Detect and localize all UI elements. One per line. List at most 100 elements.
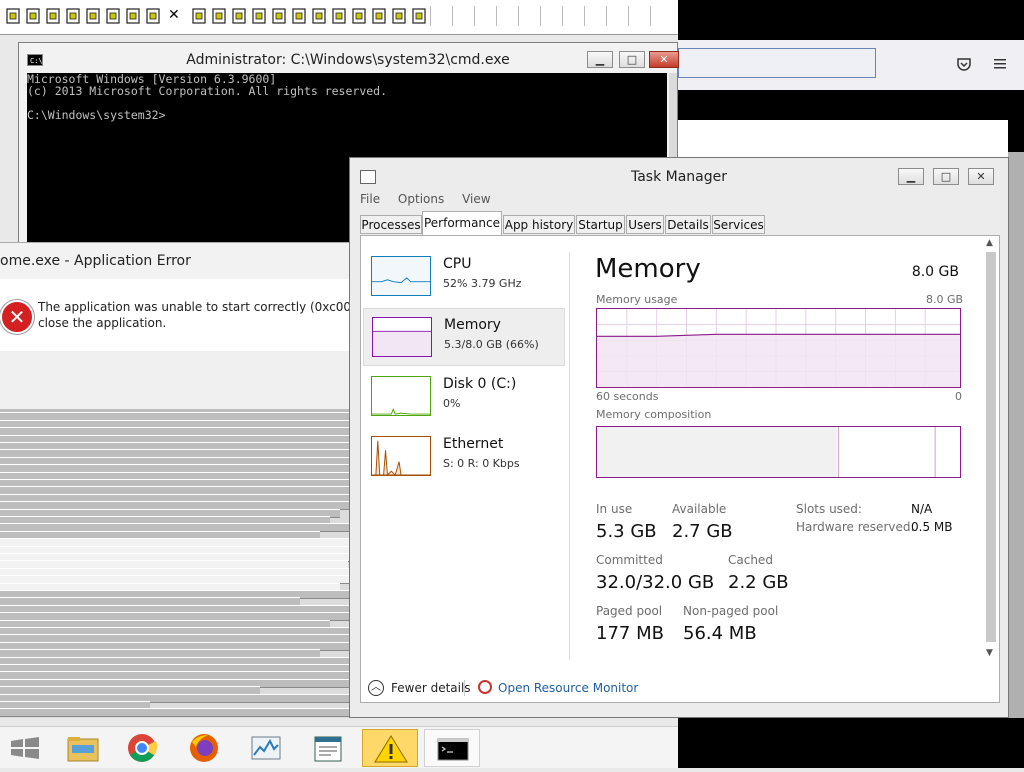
tab-separator: [452, 6, 453, 26]
start-icon: [11, 737, 39, 759]
scroll-up-icon[interactable]: ▲: [986, 238, 993, 248]
tab-performance[interactable]: Performance: [422, 211, 502, 235]
task-manager-window[interactable]: Task Manager ▁ □ ✕ File Options View Pro…: [349, 157, 1009, 718]
tab-favicon-icon[interactable]: [212, 8, 226, 24]
stat-slots-value: N/A: [911, 502, 933, 516]
stat-nonpaged-pool-value: 56.4 MB: [683, 623, 757, 644]
tab-users[interactable]: Users: [626, 215, 664, 234]
tab-favicon-icon[interactable]: [332, 8, 346, 24]
resource-memory[interactable]: Memory 5.3/8.0 GB (66%): [363, 308, 565, 366]
notepad-icon: [314, 736, 342, 762]
memory-usage-label: Memory usage: [596, 293, 678, 306]
error-dialog-titlebar[interactable]: ome.exe - Application Error: [0, 243, 352, 279]
memory-heading: Memory: [595, 254, 701, 284]
taskbar-task-manager[interactable]: [238, 729, 294, 767]
pocket-icon[interactable]: [956, 56, 972, 72]
tab-favicon-icon[interactable]: [412, 8, 426, 24]
tab-separator: [496, 6, 497, 26]
ethernet-mini-graph: [371, 436, 431, 476]
hamburger-menu-icon[interactable]: [992, 56, 1008, 72]
resource-memory-name: Memory: [444, 317, 501, 333]
footer-separator: [464, 680, 465, 696]
browser-address-bar[interactable]: [678, 48, 876, 78]
memory-usage-max: 8.0 GB: [926, 293, 964, 306]
performance-scrollbar[interactable]: ▲ ▼: [984, 238, 998, 700]
cmd-close-button[interactable]: ✕: [649, 51, 679, 68]
warning-icon: [374, 735, 408, 763]
stat-in-use-value: 5.3 GB: [596, 521, 657, 542]
tab-details[interactable]: Details: [665, 215, 711, 234]
cmd-maximize-button[interactable]: □: [619, 51, 645, 68]
tab-favicon-icon[interactable]: [232, 8, 246, 24]
taskbar-warning-app[interactable]: [362, 729, 418, 767]
start-button[interactable]: [0, 729, 56, 767]
chrome-icon: [128, 734, 158, 762]
memory-composition-bar: [596, 426, 961, 478]
resource-ethernet-value: S: 0 R: 0 Kbps: [443, 457, 520, 470]
tab-favicon-icon[interactable]: [6, 8, 20, 24]
cmd-icon: [437, 738, 469, 761]
menu-file[interactable]: File: [360, 192, 380, 206]
taskbar-notepad[interactable]: [300, 729, 356, 767]
error-dialog-title: ome.exe - Application Error: [0, 253, 191, 269]
tab-favicon-icon[interactable]: [86, 8, 100, 24]
browser-tab-strip[interactable]: ✕: [0, 0, 678, 35]
tab-processes[interactable]: Processes: [360, 215, 422, 234]
tab-favicon-icon[interactable]: [292, 8, 306, 24]
taskbar: [0, 726, 678, 768]
tab-services[interactable]: Services: [712, 215, 765, 234]
cmd-minimize-button[interactable]: ▁: [587, 51, 613, 68]
resource-ethernet-name: Ethernet: [443, 436, 504, 452]
resource-cpu-value: 52% 3.79 GHz: [443, 277, 522, 290]
stat-nonpaged-pool-label: Non-paged pool: [683, 604, 779, 618]
tm-minimize-button[interactable]: ▁: [898, 168, 924, 185]
open-resource-monitor-link[interactable]: Open Resource Monitor: [498, 681, 638, 695]
resource-monitor-icon[interactable]: [478, 680, 492, 694]
resource-ethernet[interactable]: Ethernet S: 0 R: 0 Kbps: [363, 428, 565, 486]
tab-favicon-icon[interactable]: [66, 8, 80, 24]
taskbar-firefox[interactable]: [176, 729, 232, 767]
firefox-icon: [190, 734, 218, 762]
tab-separator: [518, 6, 519, 26]
tab-favicon-icon[interactable]: [46, 8, 60, 24]
tab-startup[interactable]: Startup: [576, 215, 625, 234]
menu-view[interactable]: View: [462, 192, 490, 206]
tab-favicon-icon[interactable]: [272, 8, 286, 24]
tm-close-button[interactable]: ✕: [968, 168, 994, 185]
stat-cached-value: 2.2 GB: [728, 572, 789, 593]
tab-favicon-icon[interactable]: [26, 8, 40, 24]
menu-options[interactable]: Options: [398, 192, 444, 206]
task-manager-titlebar[interactable]: Task Manager ▁ □ ✕: [350, 158, 1008, 188]
desktop-background-bottom: [678, 728, 1024, 768]
tab-favicon-icon[interactable]: [312, 8, 326, 24]
tab-favicon-icon[interactable]: [392, 8, 406, 24]
panel-divider: [569, 252, 570, 660]
tab-favicon-icon[interactable]: [146, 8, 160, 24]
resource-disk[interactable]: Disk 0 (C:) 0%: [363, 368, 565, 426]
tab-favicon-icon[interactable]: [352, 8, 366, 24]
resource-disk-value: 0%: [443, 397, 461, 410]
tab-favicon-icon[interactable]: [106, 8, 120, 24]
taskbar-cmd[interactable]: [424, 729, 480, 767]
chevron-up-icon[interactable]: ︿: [368, 680, 384, 696]
tab-app-history[interactable]: App history: [503, 215, 575, 234]
tab-favicon-icon[interactable]: [372, 8, 386, 24]
tab-favicon-icon[interactable]: [252, 8, 266, 24]
tab-favicon-icon[interactable]: [192, 8, 206, 24]
scrollbar-thumb[interactable]: [986, 252, 996, 642]
stat-committed-value: 32.0/32.0 GB: [596, 572, 715, 593]
cmd-titlebar[interactable]: C:\. Administrator: C:\Windows\system32\…: [19, 43, 679, 73]
tab-close-icon[interactable]: ✕: [168, 7, 180, 23]
task-manager-menu-bar: File Options View: [360, 192, 505, 206]
application-error-dialog[interactable]: ome.exe - Application Error ✕ The applic…: [0, 242, 406, 409]
taskbar-file-explorer[interactable]: [56, 729, 112, 767]
tab-favicon-icon[interactable]: [126, 8, 140, 24]
stat-slots-label: Slots used:: [796, 502, 862, 516]
taskbar-chrome[interactable]: [114, 729, 170, 767]
tm-maximize-button[interactable]: □: [933, 168, 959, 185]
scroll-down-icon[interactable]: ▼: [986, 648, 993, 658]
resource-cpu[interactable]: CPU 52% 3.79 GHz: [363, 248, 565, 306]
tab-separator: [628, 6, 629, 26]
fewer-details-link[interactable]: Fewer details: [391, 681, 471, 695]
tab-separator: [650, 6, 651, 26]
